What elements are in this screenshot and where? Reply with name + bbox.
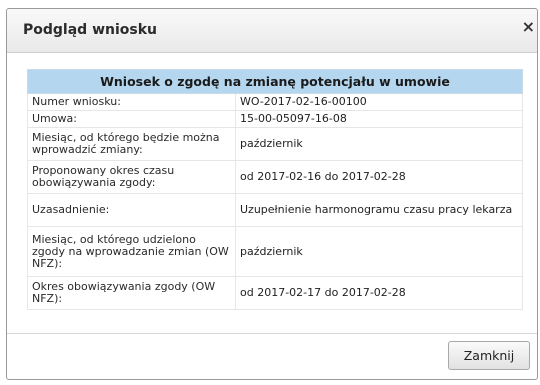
table-header: Wniosek o zgodę na zmianę potencjału w u… [27,69,523,94]
table-row: Numer wniosku: WO-2017-02-16-00100 [27,93,523,111]
dialog-titlebar[interactable]: Podgląd wniosku × [7,9,537,53]
row-value: od 2017-02-16 do 2017-02-28 [235,160,523,194]
preview-dialog: Podgląd wniosku × Wniosek o zgodę na zmi… [6,8,538,380]
row-label: Proponowany okres czasu obowiązywania zg… [27,160,236,194]
row-label: Numer wniosku: [27,93,236,111]
footer-divider [7,333,537,334]
row-label: Okres obowiązywania zgody (OW NFZ): [27,276,236,310]
row-value: WO-2017-02-16-00100 [235,93,523,111]
table-row: Miesiąc, od którego udzielono zgody na w… [27,226,523,277]
row-value: październik [235,226,523,277]
row-label: Miesiąc, od którego udzielono zgody na w… [27,226,236,277]
table-row: Proponowany okres czasu obowiązywania zg… [27,160,523,194]
dialog-title: Podgląd wniosku [23,22,157,38]
table-row: Okres obowiązywania zgody (OW NFZ): od 2… [27,276,523,310]
row-value: Uzupełnienie harmonogramu czasu pracy le… [235,193,523,227]
row-label: Umowa: [27,110,236,128]
table-row: Miesiąc, od którego będzie można wprowad… [27,127,523,161]
close-button[interactable]: Zamknij [448,341,530,370]
table-row: Uzasadnienie: Uzupełnienie harmonogramu … [27,193,523,227]
row-value: październik [235,127,523,161]
table-row: Umowa: 15-00-05097-16-08 [27,110,523,128]
row-value: od 2017-02-17 do 2017-02-28 [235,276,523,310]
dialog-content: Wniosek o zgodę na zmianę potencjału w u… [27,69,523,310]
close-icon[interactable]: × [522,19,535,35]
row-label: Miesiąc, od którego będzie można wprowad… [27,127,236,161]
row-value: 15-00-05097-16-08 [235,110,523,128]
application-details-table: Wniosek o zgodę na zmianę potencjału w u… [27,69,523,310]
row-label: Uzasadnienie: [27,193,236,227]
